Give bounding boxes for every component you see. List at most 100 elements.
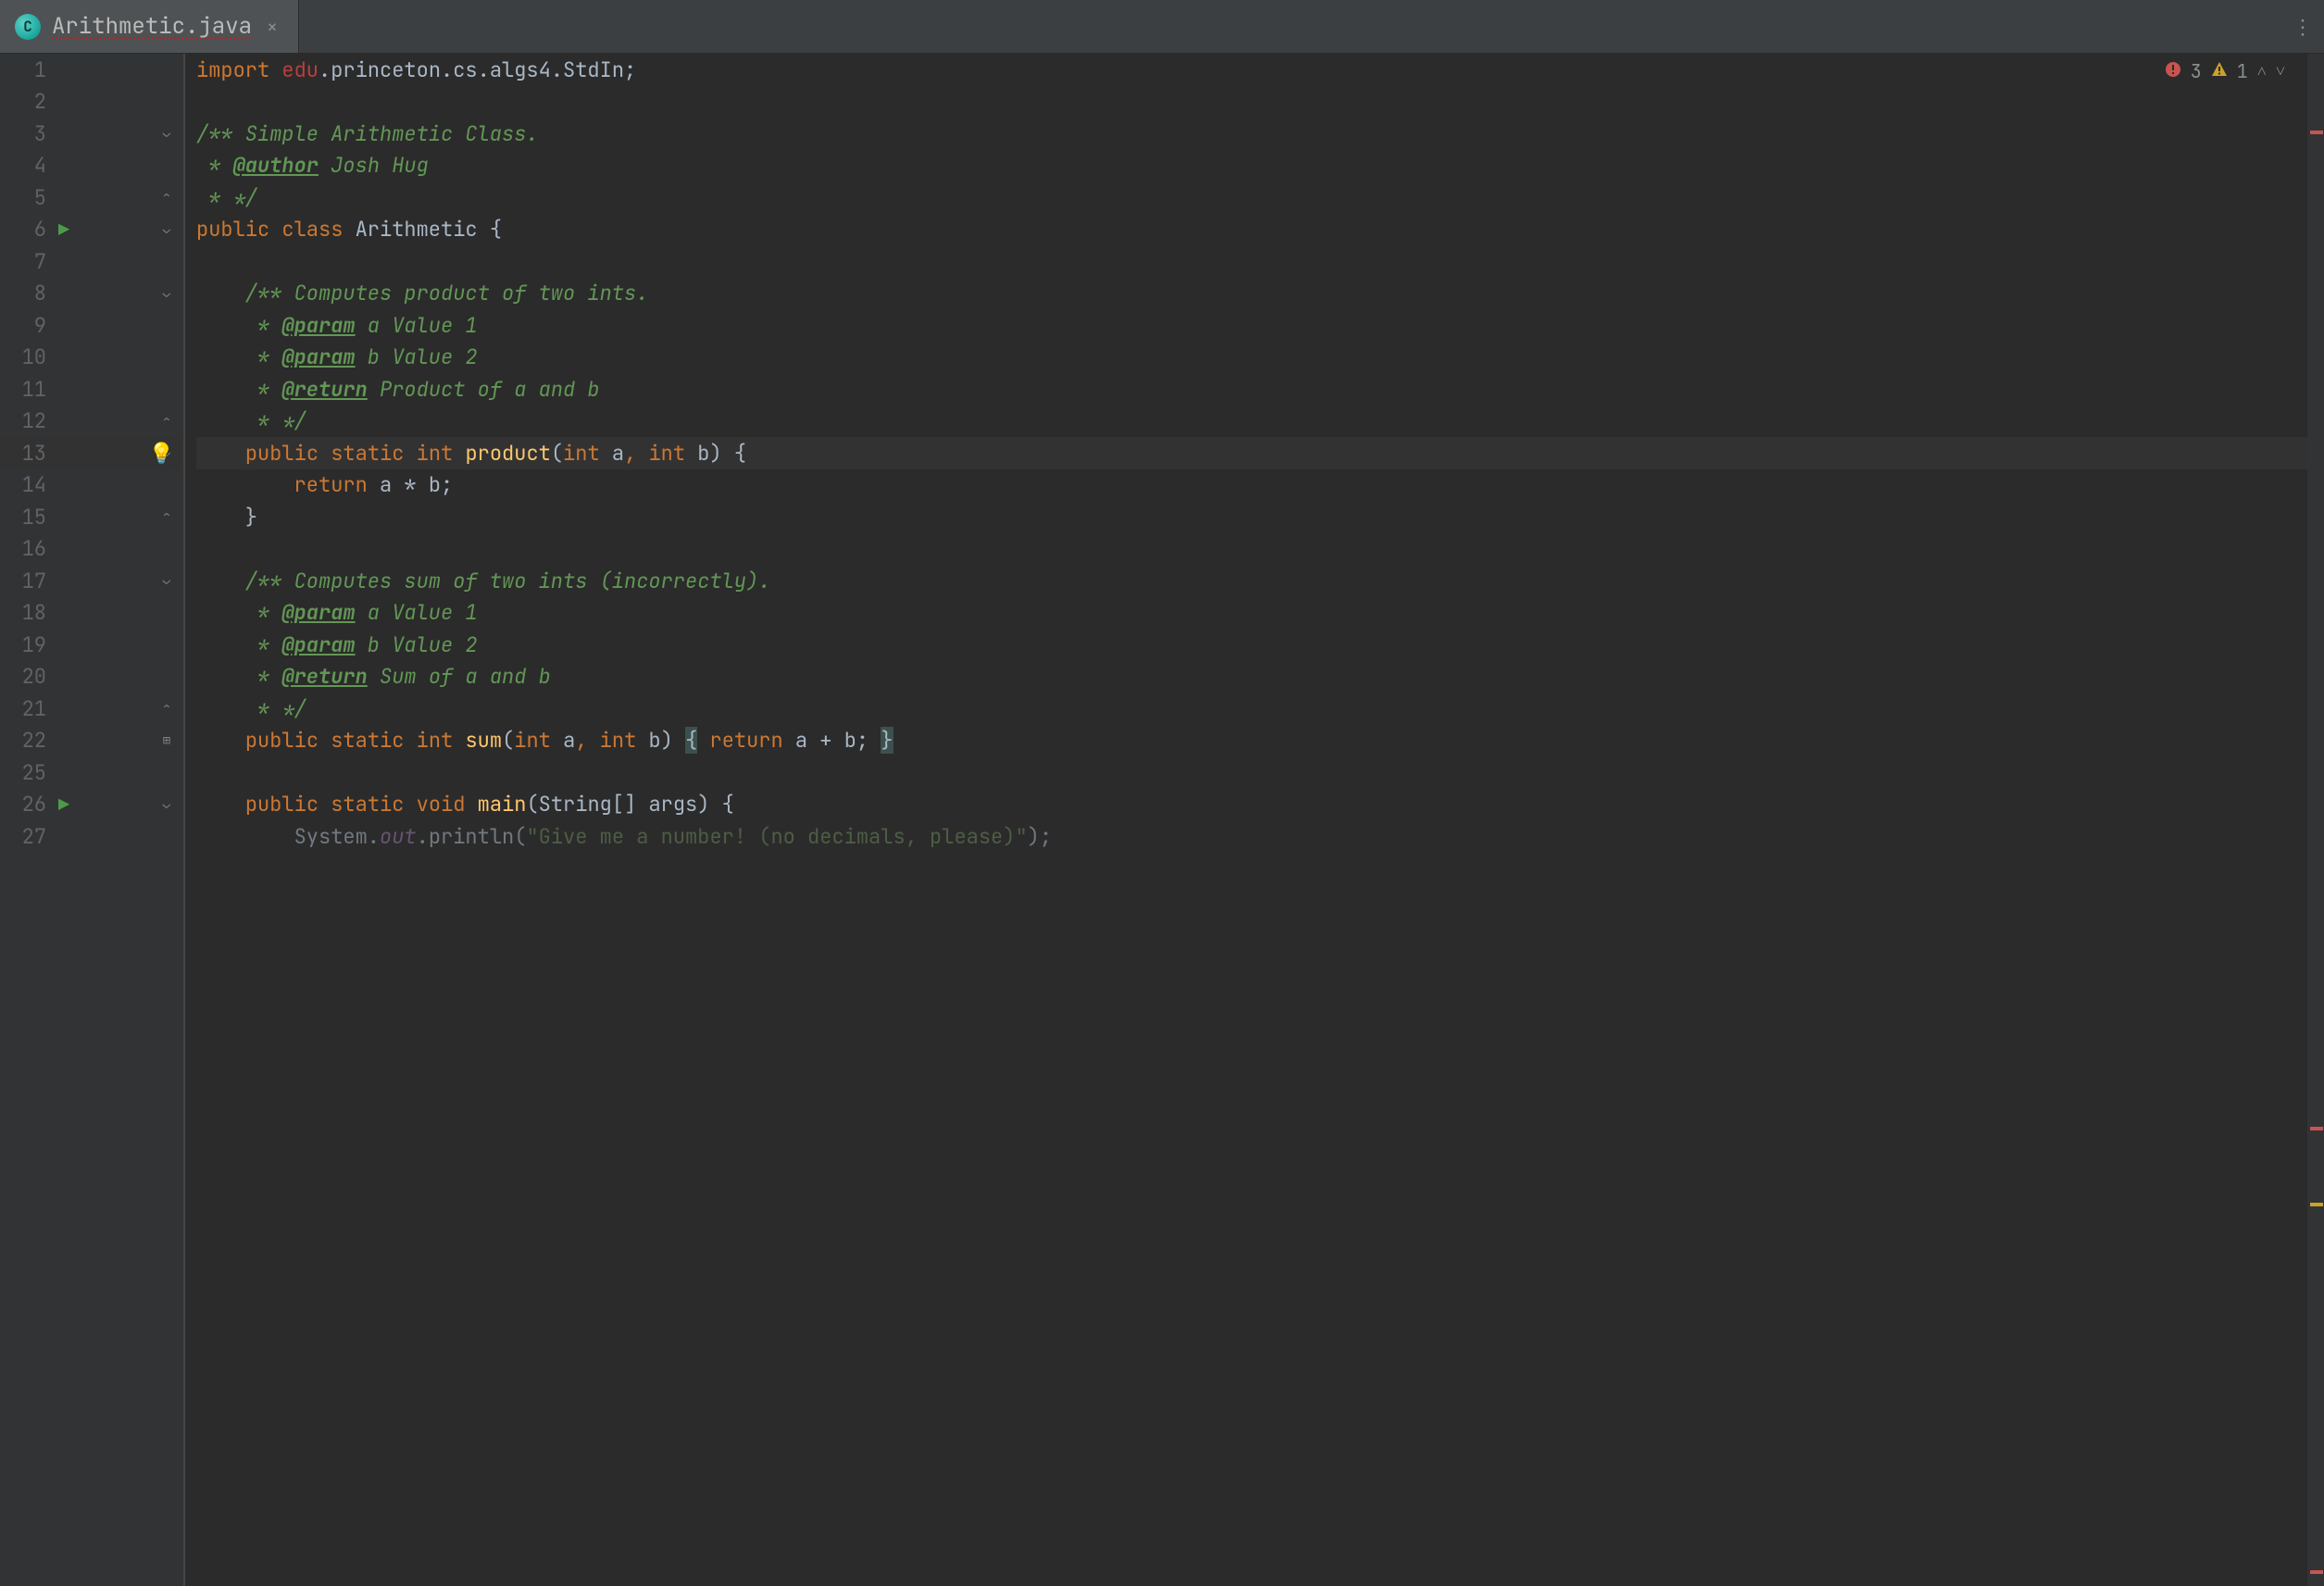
paren: )	[697, 791, 721, 818]
fold-region[interactable]: ⌄	[78, 797, 174, 812]
code-line[interactable]: * */	[196, 181, 2307, 214]
gutter: 123⌄45⌃6▶⌄78⌄9101112⌃13⌄💡1415⌃1617⌄18192…	[0, 54, 185, 1586]
method-name: sum	[465, 727, 502, 754]
fold-toggle-icon[interactable]: ⌄	[159, 286, 174, 301]
fold-region[interactable]: ⌄	[78, 222, 174, 237]
code-line[interactable]	[196, 86, 2307, 119]
javadoc-tag: @param	[281, 312, 355, 339]
gutter-row[interactable]: 13⌄💡	[0, 437, 183, 469]
code-line[interactable]: System.out.println("Give me a number! (n…	[196, 820, 2307, 853]
stripe-error-mark[interactable]	[2310, 131, 2323, 134]
fold-toggle-icon[interactable]: ⌃	[159, 190, 174, 205]
paren: (	[526, 791, 538, 818]
code-line[interactable]: public class Arithmetic {	[196, 214, 2307, 246]
fold-toggle-icon[interactable]: ⌄	[159, 573, 174, 588]
next-highlight-icon[interactable]: ˅	[2276, 61, 2285, 82]
line-number: 16	[0, 535, 50, 562]
fold-toggle-icon[interactable]: ⌃	[159, 509, 174, 524]
keyword: public	[245, 440, 331, 467]
code-line[interactable]: * @author Josh Hug	[196, 150, 2307, 182]
gutter-row[interactable]: 3⌄	[0, 118, 183, 150]
gutter-row[interactable]: 11	[0, 373, 183, 406]
prev-highlight-icon[interactable]: ˄	[2257, 61, 2267, 82]
gutter-row[interactable]: 1	[0, 54, 183, 86]
fold-toggle-icon[interactable]: ⌃	[159, 701, 174, 716]
gutter-row[interactable]: 20	[0, 661, 183, 693]
code-line[interactable]: public static int sum(int a, int b) { re…	[196, 725, 2307, 757]
fold-toggle-icon[interactable]: ⌄	[159, 222, 174, 237]
code-line[interactable]: import edu.princeton.cs.algs4.StdIn;	[196, 54, 2307, 86]
gutter-row[interactable]: 9	[0, 309, 183, 342]
tab-filename: Arithmetic.java	[52, 12, 252, 41]
keyword: import	[196, 56, 281, 83]
stripe-warning-mark[interactable]	[2310, 1203, 2323, 1206]
fold-toggle-icon[interactable]: ⌄	[159, 797, 174, 812]
gutter-row[interactable]: 19	[0, 629, 183, 661]
tab-menu-icon[interactable]: ⋮	[2293, 13, 2315, 40]
gutter-row[interactable]: 14	[0, 469, 183, 502]
close-tab-icon[interactable]: ×	[263, 15, 278, 39]
inspection-summary[interactable]: 3 1 ˄ ˅	[2165, 59, 2285, 83]
code-line[interactable]: * @param a Value 1	[196, 309, 2307, 342]
gutter-row[interactable]: 26▶⌄	[0, 789, 183, 821]
stripe-error-mark[interactable]	[2310, 1127, 2323, 1130]
fold-region[interactable]: ⌄	[78, 573, 174, 588]
code-area[interactable]: 3 1 ˄ ˅ import edu.princeton.cs.algs4.St…	[185, 54, 2307, 1586]
fold-region[interactable]: ⌃	[78, 190, 174, 205]
keyword: static	[331, 791, 416, 818]
gutter-row[interactable]: 2	[0, 86, 183, 119]
code-line[interactable]: * @param b Value 2	[196, 629, 2307, 661]
gutter-row[interactable]: 16	[0, 533, 183, 566]
gutter-row[interactable]: 10	[0, 342, 183, 374]
fold-region[interactable]: ⌄	[78, 126, 174, 141]
run-gutter-icon[interactable]: ▶	[50, 218, 78, 242]
gutter-row[interactable]: 12⌃	[0, 406, 183, 438]
gutter-row[interactable]: 21⌃	[0, 693, 183, 725]
intention-bulb-icon[interactable]: 💡	[149, 440, 174, 467]
line-number: 2	[0, 88, 50, 115]
gutter-row[interactable]: 25	[0, 756, 183, 789]
error-stripe[interactable]	[2307, 54, 2324, 1586]
fold-region[interactable]: ⊞	[78, 733, 174, 748]
code-line[interactable]: /** Computes sum of two ints (incorrectl…	[196, 565, 2307, 597]
code-line[interactable]: }	[196, 501, 2307, 533]
gutter-row[interactable]: 15⌃	[0, 501, 183, 533]
gutter-row[interactable]: 8⌄	[0, 278, 183, 310]
gutter-row[interactable]: 5⌃	[0, 181, 183, 214]
gutter-row[interactable]: 27	[0, 820, 183, 853]
indent	[196, 791, 245, 818]
code-line[interactable]	[196, 756, 2307, 789]
fold-region[interactable]: ⌃	[78, 701, 174, 716]
fold-region[interactable]: ⌄	[78, 286, 174, 301]
code-line[interactable]: /** Simple Arithmetic Class.	[196, 118, 2307, 150]
gutter-row[interactable]: 18	[0, 597, 183, 630]
code-line[interactable]: * @return Sum of a and b	[196, 661, 2307, 693]
code-line[interactable]	[196, 533, 2307, 566]
code-line[interactable]: * */	[196, 693, 2307, 725]
code-line[interactable]: * */	[196, 406, 2307, 438]
code-lines[interactable]: import edu.princeton.cs.algs4.StdIn; /**…	[185, 54, 2307, 853]
gutter-row[interactable]: 17⌄	[0, 565, 183, 597]
code-line[interactable]: public static void main(String[] args) {	[196, 789, 2307, 821]
code-line[interactable]: * @param a Value 1	[196, 597, 2307, 630]
file-tab[interactable]: C Arithmetic.java ×	[0, 0, 299, 53]
fold-region[interactable]: ⌃	[78, 509, 174, 524]
code-line[interactable]: return a * b;	[196, 469, 2307, 502]
method-name: main	[478, 791, 527, 818]
code-line[interactable]: * @param b Value 2	[196, 342, 2307, 374]
gutter-row[interactable]: 6▶⌄	[0, 214, 183, 246]
fold-toggle-icon[interactable]: ⌄	[159, 126, 174, 141]
fold-toggle-icon[interactable]: ⌃	[159, 414, 174, 429]
code-line[interactable]: * @return Product of a and b	[196, 373, 2307, 406]
stripe-error-mark[interactable]	[2310, 1570, 2323, 1574]
code-line[interactable]: /** Computes product of two ints.	[196, 278, 2307, 310]
javadoc: *	[196, 312, 281, 339]
code-line[interactable]	[196, 245, 2307, 278]
fold-expand-icon[interactable]: ⊞	[159, 733, 174, 748]
run-gutter-icon[interactable]: ▶	[50, 793, 78, 817]
gutter-row[interactable]: 22⊞	[0, 725, 183, 757]
gutter-row[interactable]: 4	[0, 150, 183, 182]
code-line-current[interactable]: public static int product(int a, int b) …	[196, 437, 2307, 469]
fold-region[interactable]: ⌃	[78, 414, 174, 429]
gutter-row[interactable]: 7	[0, 245, 183, 278]
